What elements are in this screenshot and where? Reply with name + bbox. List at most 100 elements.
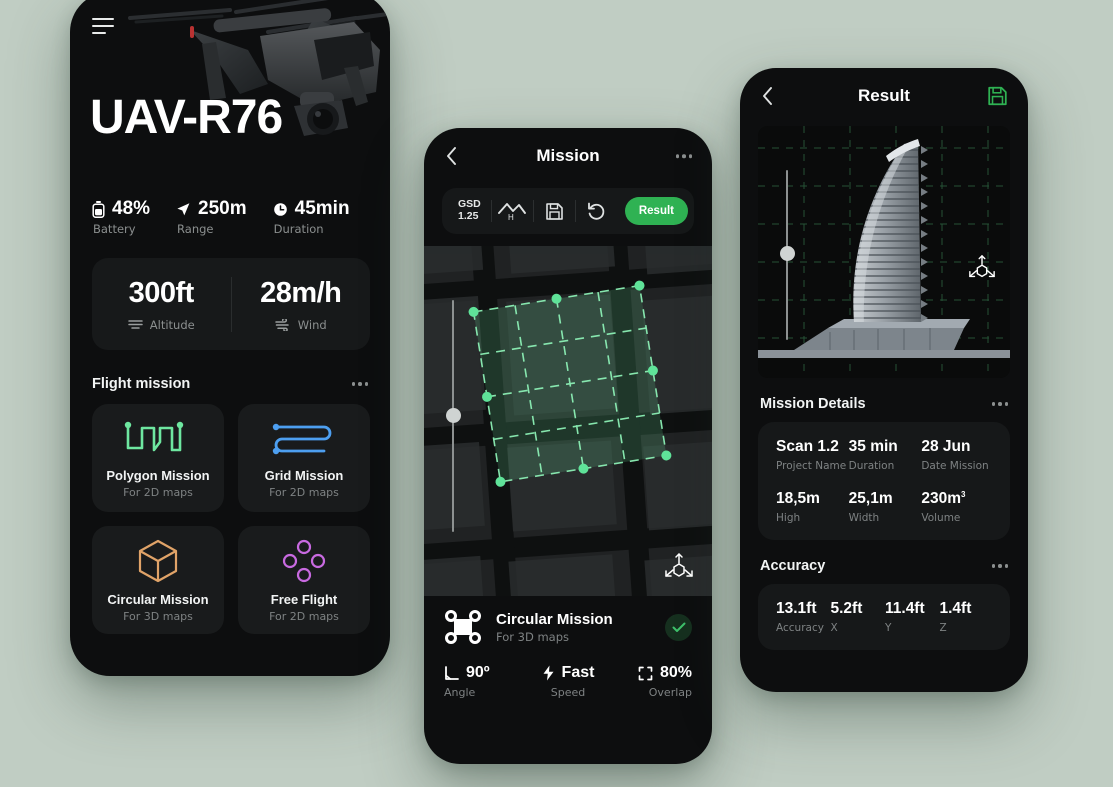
- kpi-label: Duration: [273, 222, 324, 236]
- detail-label: Date Mission: [921, 460, 989, 472]
- device-title: UAV-R76: [90, 91, 283, 144]
- stat-label: Altitude: [149, 317, 195, 332]
- mission-map[interactable]: [424, 246, 712, 596]
- param-value: Fast: [561, 664, 595, 681]
- detail-label: Volume: [921, 512, 961, 525]
- grid-path-icon: [272, 423, 332, 454]
- drone-icon: [445, 610, 481, 644]
- mission-card-polygon[interactable]: Polygon Mission For 2D maps: [92, 404, 224, 512]
- stat-altitude: 300ft Altitude: [92, 277, 231, 332]
- more-horizontal-icon[interactable]: [991, 564, 1008, 568]
- bolt-icon: [543, 665, 554, 681]
- param-angle: 90º Angle: [444, 664, 527, 699]
- kpi-range: 250m Range: [176, 198, 247, 236]
- angle-icon: [445, 665, 459, 680]
- altitude-slider[interactable]: [446, 300, 461, 532]
- mission-details-header: Mission Details: [760, 396, 1008, 412]
- accuracy-value: 11.4ft: [885, 600, 925, 618]
- mission-card-title: Circular Mission: [107, 591, 209, 607]
- altitude-lines-icon: [128, 320, 143, 329]
- page-title: Result: [858, 86, 910, 105]
- mission-name: Circular Mission: [496, 610, 613, 628]
- model-viewer[interactable]: [758, 126, 1010, 378]
- mission-grid: Polygon Mission For 2D maps Grid Mission…: [92, 404, 370, 634]
- slider-knob[interactable]: [446, 408, 461, 423]
- slider-knob[interactable]: [780, 246, 795, 261]
- polygon-path-icon: [124, 421, 184, 451]
- detail-label: Project Name: [776, 460, 847, 472]
- overlap-icon: [638, 666, 653, 680]
- hero-section: UAV-R76: [70, 0, 390, 192]
- save-button[interactable]: [534, 202, 575, 221]
- kpi-label: Battery: [93, 222, 136, 236]
- flight-stats-card: 300ft Altitude 28m/h Wind: [92, 258, 370, 350]
- 3d-axis-icon[interactable]: [968, 254, 996, 282]
- detail-date-mission: 28 Jun Date Mission: [921, 438, 994, 472]
- mission-card-subtitle: For 2D maps: [123, 485, 193, 499]
- section-title: Flight mission: [92, 376, 191, 392]
- stat-wind: 28m/h Wind: [230, 276, 371, 332]
- mission-details-card: Scan 1.2 Project Name 35 min Duration 28…: [758, 422, 1010, 541]
- check-icon: [672, 622, 685, 632]
- section-title: Accuracy: [760, 558, 826, 575]
- navigation-arrow-icon: [177, 202, 190, 215]
- stat-label: Wind: [297, 317, 327, 332]
- mission-toolbar: GSD 1.25 H Result: [442, 188, 694, 234]
- mission-card-subtitle: For 3D maps: [123, 609, 193, 623]
- detail-value-exponent: 3: [960, 490, 966, 499]
- detail-label: Duration: [848, 460, 895, 472]
- hamburger-icon[interactable]: [92, 18, 116, 39]
- detail-value: 25,1m: [848, 490, 893, 507]
- accuracy-card: 13.1ft Accuracy 5.2ft X 11.4ft Y 1.4ft Z: [758, 584, 1010, 651]
- height-tool-button[interactable]: H: [492, 199, 533, 223]
- mountain-height-icon: H: [498, 203, 527, 222]
- kpi-duration: 45min Duration: [273, 198, 350, 236]
- param-speed: Fast Speed: [527, 664, 610, 699]
- accuracy-x: 5.2ft X: [831, 600, 886, 634]
- detail-volume: 230m3 Volume: [921, 490, 994, 524]
- undo-button[interactable]: [576, 201, 617, 221]
- chevron-left-icon[interactable]: [446, 147, 457, 165]
- 3d-axis-icon[interactable]: [664, 552, 694, 582]
- detail-value: 230m: [921, 490, 961, 508]
- mission-card-circular[interactable]: Circular Mission For 3D maps: [92, 526, 224, 634]
- save-icon: [546, 202, 563, 220]
- mission-card-subtitle: For 2D maps: [269, 485, 339, 499]
- kpi-label: Range: [177, 222, 214, 236]
- chevron-left-icon[interactable]: [762, 87, 773, 105]
- kpi-row: 48% Battery 250m Range 45min Duration: [70, 192, 390, 236]
- more-horizontal-icon[interactable]: [351, 382, 368, 386]
- model-slider[interactable]: [780, 170, 795, 340]
- save-icon[interactable]: [987, 86, 1008, 107]
- mission-card-title: Polygon Mission: [106, 467, 210, 483]
- mission-params: 90º Angle Fast Speed 80% Overlap: [444, 664, 692, 699]
- detail-value: Scan 1.2: [776, 438, 839, 455]
- accuracy-label: Accuracy: [776, 622, 824, 635]
- building-3d-model: [758, 126, 1010, 378]
- accuracy-z: 1.4ft Z: [940, 600, 995, 634]
- mission-card-grid[interactable]: Grid Mission For 2D maps: [238, 404, 370, 512]
- undo-icon: [588, 202, 605, 220]
- more-horizontal-icon[interactable]: [675, 154, 692, 158]
- param-overlap: 80% Overlap: [609, 664, 692, 699]
- clock-icon: [273, 202, 287, 216]
- mission-confirm-button[interactable]: [665, 613, 692, 641]
- detail-label: Width: [848, 512, 880, 524]
- stat-value: 300ft: [128, 276, 195, 309]
- page-title: Mission: [536, 146, 600, 165]
- mission-card-title: Free Flight: [270, 591, 338, 607]
- cube-icon: [138, 539, 178, 582]
- accuracy-value: 13.1ft: [776, 600, 817, 618]
- detail-high: 18,5m High: [776, 490, 849, 524]
- more-horizontal-icon[interactable]: [991, 402, 1008, 406]
- accuracy-value: 5.2ft: [830, 600, 863, 618]
- accuracy-header: Accuracy: [760, 558, 1008, 574]
- selection-polygon: [468, 280, 672, 487]
- param-label: Overlap: [648, 686, 693, 699]
- mission-card-free-flight[interactable]: Free Flight For 2D maps: [238, 526, 370, 634]
- stat-value: 28m/h: [260, 276, 342, 309]
- wind-icon: [275, 318, 289, 331]
- selected-mission-panel: Circular Mission For 3D maps 90º Angle F…: [424, 596, 712, 699]
- result-button[interactable]: Result: [624, 197, 689, 225]
- gsd-readout[interactable]: GSD 1.25: [448, 198, 491, 223]
